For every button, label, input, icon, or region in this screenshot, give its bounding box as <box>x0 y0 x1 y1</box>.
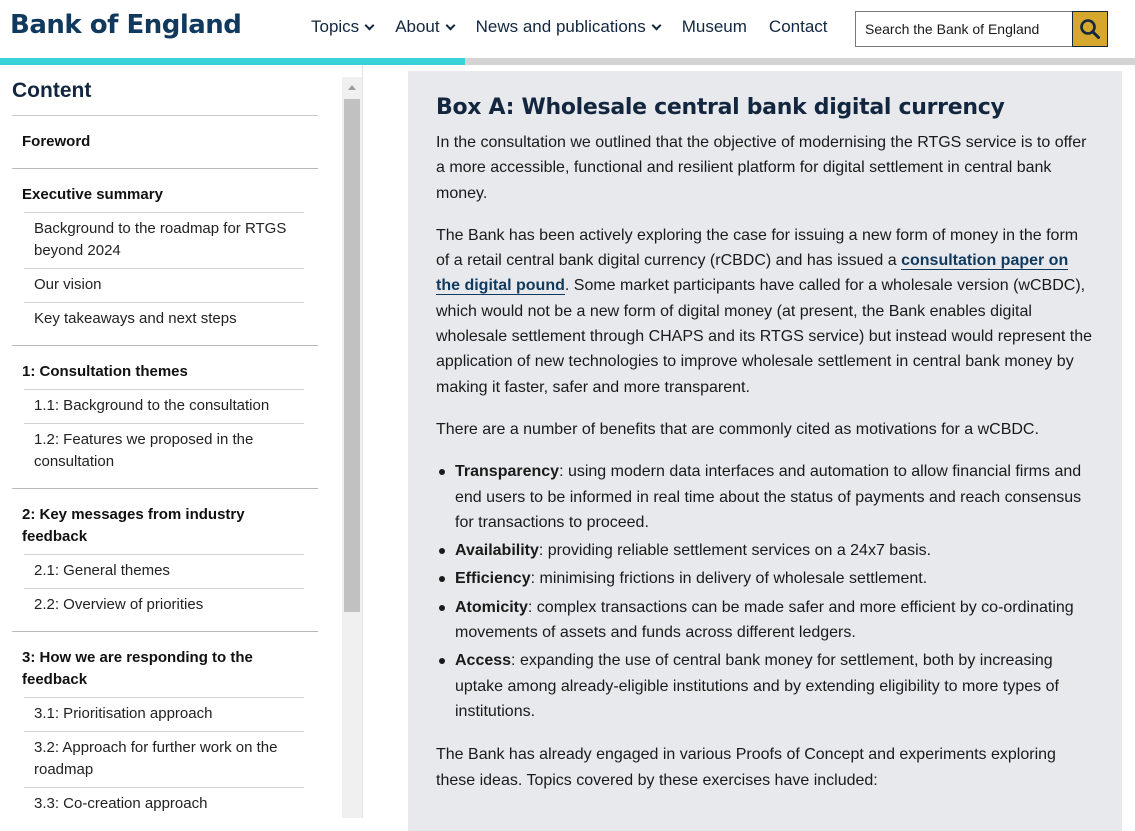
chevron-down-icon <box>651 20 662 31</box>
box-title: Box A: Wholesale central bank digital cu… <box>436 95 1005 120</box>
nav-about[interactable]: About <box>395 17 456 37</box>
search-icon <box>1080 19 1101 39</box>
nav-label: About <box>395 17 440 36</box>
main-nav: Topics About News and publications Museu… <box>311 17 850 37</box>
benefit-term: Access <box>455 652 512 670</box>
benefits-list: Transparency: using modern data interfac… <box>436 459 1094 724</box>
nav-contact[interactable]: Contact <box>769 17 828 37</box>
benefit-item: Atomicity: complex transactions can be m… <box>436 595 1094 646</box>
site-header: Bank of England Topics About News and pu… <box>0 0 1135 58</box>
box-paragraph: There are a number of benefits that are … <box>436 420 1039 438</box>
box-a-panel: Box A: Wholesale central bank digital cu… <box>408 71 1122 831</box>
scrollbar-thumb[interactable] <box>344 99 360 612</box>
toc-section: 2: Key messages from industry feedback 2.… <box>12 488 318 631</box>
benefit-item: Transparency: using modern data interfac… <box>436 459 1094 535</box>
toc-section-link[interactable]: Foreword <box>12 125 318 159</box>
benefit-description: : providing reliable settlement services… <box>538 542 932 560</box>
toc-subsection-link[interactable]: Our vision <box>24 268 304 302</box>
benefit-item: Efficiency: minimising frictions in deli… <box>436 566 1094 591</box>
nav-label: Topics <box>311 17 360 36</box>
toc-sublist: 3.1: Prioritisation approach 3.2: Approac… <box>24 697 304 818</box>
toc-section-link[interactable]: 1: Consultation themes <box>12 355 318 389</box>
toc-subsection-link[interactable]: 3.2: Approach for further work on the ro… <box>24 731 304 787</box>
toc-subsection-link[interactable]: 2.2: Overview of priorities <box>24 588 304 622</box>
benefit-item: Access: expanding the use of central ban… <box>436 648 1094 724</box>
nav-topics[interactable]: Topics <box>311 17 375 37</box>
search-form <box>855 11 1108 47</box>
benefit-description: : expanding the use of central bank mone… <box>455 652 1059 720</box>
benefit-item: Availability: providing reliable settlem… <box>436 538 1094 563</box>
site-logo[interactable]: Bank of England <box>10 10 242 40</box>
toc-subsection-link[interactable]: Background to the roadmap for RTGS beyon… <box>24 212 304 268</box>
toc-section: Executive summary Background to the roadm… <box>12 168 318 345</box>
benefit-term: Atomicity <box>455 598 528 616</box>
nav-label: Contact <box>768 17 828 36</box>
box-paragraph: The Bank has already engaged in various … <box>436 746 1056 789</box>
toc-sublist: 2.1: General themes 2.2: Overview of prio… <box>24 554 304 622</box>
toc-section-link[interactable]: 3: How we are responding to the feedback <box>12 641 318 697</box>
search-button[interactable] <box>1072 11 1108 47</box>
toc-section: Foreword <box>12 116 318 168</box>
reading-progress-fill <box>0 58 466 65</box>
toc-subsection-link[interactable]: 1.2: Features we proposed in the consult… <box>24 423 304 479</box>
sidebar-title: Content <box>12 79 92 102</box>
box-paragraph: In the consultation we outlined that the… <box>436 134 1087 202</box>
sidebar-scrollbar[interactable] <box>342 77 362 818</box>
nav-label: Museum <box>681 17 747 36</box>
nav-news-and-publications[interactable]: News and publications <box>475 17 662 37</box>
toc-section: 3: How we are responding to the feedback… <box>12 631 318 818</box>
contents-sidebar: Content Foreword Executive summary Backgro… <box>0 65 363 818</box>
toc-sublist: 1.1: Background to the consultation 1.2: … <box>24 389 304 479</box>
toc-section-link[interactable]: Executive summary <box>12 178 318 212</box>
table-of-contents: Foreword Executive summary Background to t… <box>12 115 318 818</box>
toc-subsection-link[interactable]: 3.1: Prioritisation approach <box>24 697 304 731</box>
benefit-description: : complex transactions can be made safer… <box>455 598 1074 642</box>
benefit-description: : minimising frictions in delivery of wh… <box>530 570 928 588</box>
benefit-term: Transparency <box>455 463 560 481</box>
toc-section: 1: Consultation themes 1.1: Background to… <box>12 345 318 488</box>
toc-subsection-link[interactable]: 1.1: Background to the consultation <box>24 389 304 423</box>
toc-subsection-link[interactable]: Key takeaways and next steps <box>24 302 304 336</box>
toc-subsection-link[interactable]: 3.3: Co-creation approach <box>24 787 304 818</box>
nav-museum[interactable]: Museum <box>682 17 747 37</box>
nav-label: News and publications <box>475 17 646 36</box>
paragraph-text: . Some market participants have called f… <box>436 277 1093 396</box>
chevron-down-icon <box>445 20 456 31</box>
box-paragraph: The Bank has been actively exploring the… <box>436 223 1094 400</box>
reading-progress-bar <box>0 58 1135 65</box>
benefit-term: Efficiency <box>455 570 531 588</box>
toc-sublist: Background to the roadmap for RTGS beyon… <box>24 212 304 336</box>
chevron-down-icon <box>364 20 375 31</box>
toc-subsection-link[interactable]: 2.1: General themes <box>24 554 304 588</box>
scroll-up-arrow-icon[interactable] <box>348 85 356 90</box>
benefit-term: Availability <box>455 542 539 560</box>
toc-section-link[interactable]: 2: Key messages from industry feedback <box>12 498 318 554</box>
search-input[interactable] <box>855 11 1073 47</box>
